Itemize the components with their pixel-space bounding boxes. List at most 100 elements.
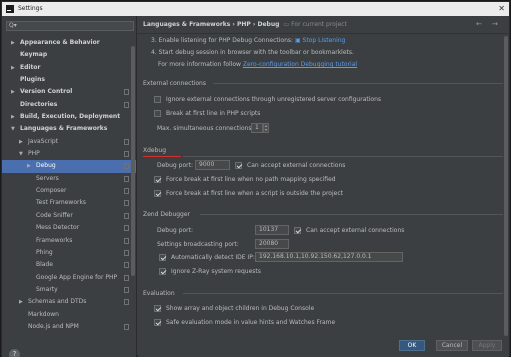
sidebar-item-label: Node.js and NPM	[28, 322, 79, 330]
sidebar-item[interactable]: Directories	[2, 99, 136, 111]
sidebar-item-label: Blade	[36, 261, 53, 269]
ignore-external-checkbox[interactable]	[154, 96, 161, 103]
tutorial-link[interactable]: Zero-configuration Debugging tutorial	[243, 61, 357, 68]
more-info-text: For more information follow Zero-configu…	[158, 61, 357, 68]
sidebar-item[interactable]: Markdown	[2, 309, 136, 321]
back-arrow-icon[interactable]: ←	[476, 20, 482, 28]
sidebar-item-label: Test Frameworks	[36, 199, 87, 207]
chevron-down-icon[interactable]: ▼	[19, 148, 23, 160]
ok-button[interactable]: OK	[399, 340, 425, 351]
sidebar-item[interactable]: Code Sniffer	[2, 210, 136, 222]
auto-detect-ip-label: Automatically detect IDE IP:	[171, 254, 255, 261]
sidebar-item-label: Plugins	[20, 76, 45, 84]
breadcrumb-item: Languages & Frameworks	[143, 21, 231, 28]
sidebar-item[interactable]: Node.js and NPM	[2, 321, 136, 333]
sidebar-item[interactable]: ▶ Build, Execution, Deployment	[2, 111, 136, 123]
xdebug-port-input[interactable]: 9000	[195, 160, 230, 170]
sidebar-item[interactable]: Phing	[2, 247, 136, 259]
settings-search-input[interactable]: Q▾	[6, 21, 134, 31]
sidebar-item[interactable]: Mess Detector	[2, 222, 136, 234]
chevron-right-icon[interactable]: ▶	[11, 62, 15, 74]
project-scope-icon	[124, 299, 129, 306]
sidebar-item[interactable]: ▶ Editor	[2, 62, 136, 74]
chevron-right-icon[interactable]: ▶	[19, 296, 23, 308]
xdebug-port-label: Debug port:	[157, 162, 193, 169]
sidebar-item[interactable]: Blade	[2, 259, 136, 271]
title-bar: Settings ✕	[2, 2, 509, 16]
more-info-label: For more information follow	[158, 61, 241, 68]
chevron-right-icon[interactable]: ▶	[11, 111, 15, 123]
sidebar-item[interactable]: Plugins	[2, 74, 136, 86]
content-scrollbar[interactable]	[504, 36, 508, 336]
sidebar-item-label: Phing	[36, 248, 53, 256]
project-scope-icon	[124, 323, 129, 330]
chevron-right-icon[interactable]: ▶	[11, 37, 15, 49]
chevron-right-icon[interactable]: ▶	[27, 160, 31, 172]
settings-sidebar: Q▾ ▶ Appearance & Behavior Keymap ▶ Editor Pl…	[2, 16, 137, 357]
sidebar-scrollbar[interactable]	[131, 46, 135, 276]
broadcast-port-label: Settings broadcasting port:	[157, 241, 239, 248]
sidebar-item-label: Smarty	[36, 285, 58, 293]
breadcrumb-scope: For current project	[291, 21, 347, 28]
sidebar-item[interactable]: ▶ Debug	[2, 160, 136, 173]
ignore-external-label: Ignore external connections through unre…	[166, 96, 382, 103]
chevron-right-icon[interactable]: ▶	[19, 136, 23, 148]
auto-detect-ip-checkbox[interactable]	[159, 254, 166, 261]
sidebar-item-label: Composer	[36, 187, 67, 195]
sidebar-item[interactable]: ▼ PHP	[2, 148, 136, 160]
sidebar-item[interactable]: Frameworks	[2, 235, 136, 247]
sidebar-item[interactable]: ▶ Appearance & Behavior	[2, 37, 136, 49]
settings-scroll-area[interactable]: 3. Enable listening for PHP Debug Connec…	[138, 33, 509, 342]
sidebar-item[interactable]: ▶ Version Control	[2, 86, 136, 98]
project-scope-icon	[124, 274, 129, 281]
project-scope-icon	[124, 188, 129, 195]
cancel-button[interactable]: Cancel	[436, 340, 468, 351]
sidebar-item[interactable]: Servers	[2, 173, 136, 185]
project-scope-icon	[124, 163, 129, 170]
sidebar-item[interactable]: ▼ Languages & Frameworks	[2, 123, 136, 135]
forward-arrow-icon[interactable]: →	[492, 20, 498, 28]
zend-debugger-title: Zend Debugger	[143, 211, 191, 218]
show-arrays-checkbox[interactable]	[154, 305, 161, 312]
sidebar-item-label: PHP	[28, 150, 40, 158]
external-connections-title: External connections	[143, 80, 206, 87]
show-arrays-label: Show array and object children in Debug …	[166, 305, 315, 312]
zend-port-input[interactable]: 10137	[255, 225, 289, 235]
ignore-zray-checkbox[interactable]	[159, 268, 166, 275]
broadcast-port-input[interactable]: 20080	[255, 239, 289, 249]
breadcrumb: Languages & Frameworks › PHP › Debug ▭ F…	[143, 21, 347, 28]
project-scope-icon	[124, 101, 129, 108]
safe-eval-checkbox[interactable]	[154, 319, 161, 326]
max-connections-spinner[interactable]: ▴ ▾	[263, 123, 269, 133]
sidebar-item-label: Appearance & Behavior	[20, 39, 100, 46]
project-scope-icon	[124, 200, 129, 207]
sidebar-item[interactable]: Composer	[2, 185, 136, 197]
sidebar-item[interactable]: ▶ Schemas and DTDs	[2, 296, 136, 308]
force-break-outside-checkbox[interactable]	[154, 190, 161, 197]
zend-accept-external-checkbox[interactable]	[294, 227, 301, 234]
apply-button[interactable]: Apply	[472, 340, 502, 351]
project-scope-icon	[124, 262, 129, 269]
stop-listening-icon: ▣	[294, 37, 301, 44]
sidebar-item[interactable]: Keymap	[2, 49, 136, 61]
max-connections-input[interactable]: 1	[251, 123, 263, 133]
xdebug-accept-external-checkbox[interactable]	[235, 162, 242, 169]
force-break-no-mapping-checkbox[interactable]	[154, 176, 161, 183]
settings-window: Settings ✕ Q▾ ▶ Appearance & Behavior Keym…	[1, 1, 510, 357]
stop-listening-link[interactable]: Stop Listening	[303, 37, 346, 44]
sidebar-item[interactable]: Test Frameworks	[2, 197, 136, 209]
sidebar-item[interactable]: Google App Engine for PHP	[2, 272, 136, 284]
help-button[interactable]: ?	[9, 349, 20, 357]
close-icon[interactable]: ✕	[498, 4, 505, 13]
chevron-down-icon[interactable]: ▼	[11, 123, 15, 135]
ide-ip-input[interactable]: 192.168.10.1,10.92.150.62,127.0.0.1	[255, 252, 403, 262]
zend-port-label: Debug port:	[157, 227, 193, 234]
chevron-right-icon[interactable]: ▶	[11, 86, 15, 98]
project-scope-icon	[124, 225, 129, 232]
break-first-line-checkbox[interactable]	[154, 110, 161, 117]
force-break-outside-label: Force break at first line when a script …	[166, 190, 343, 197]
sidebar-item-label: Mess Detector	[36, 224, 80, 232]
sidebar-item[interactable]: Smarty	[2, 284, 136, 296]
step-3-text: 3. Enable listening for PHP Debug Connec…	[151, 37, 345, 44]
sidebar-item[interactable]: ▶ JavaScript	[2, 136, 136, 148]
